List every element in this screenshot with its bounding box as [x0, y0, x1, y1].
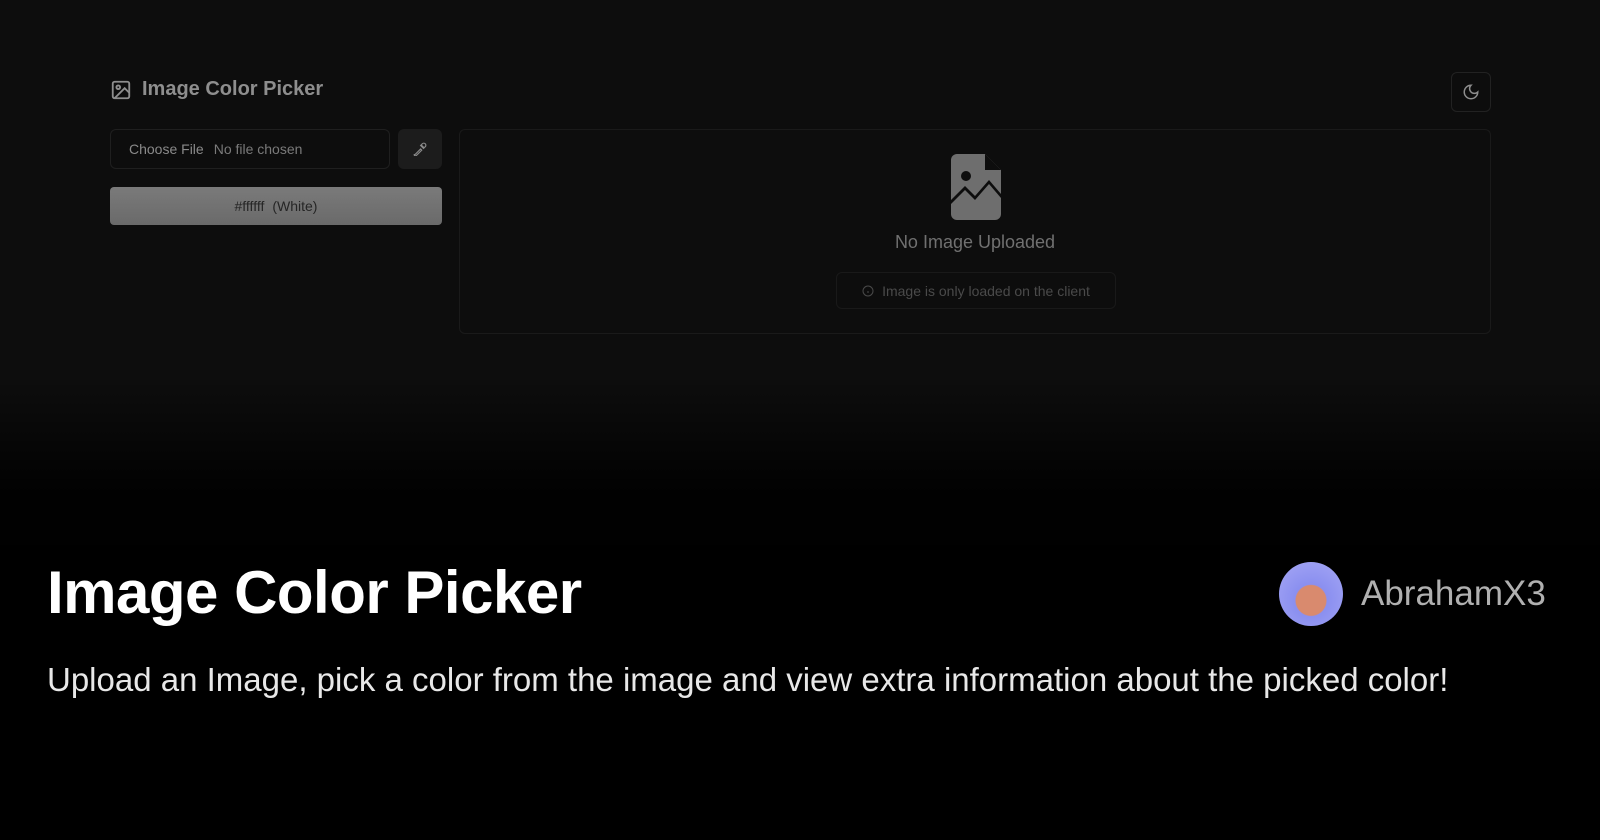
eyedropper-button[interactable]	[398, 129, 442, 169]
eyedropper-icon	[413, 142, 427, 156]
card-description: Upload an Image, pick a color from the i…	[47, 661, 1449, 698]
moon-icon	[1463, 84, 1479, 100]
app-header: Image Color Picker	[110, 78, 323, 101]
selected-color-swatch[interactable]: #ffffff (White)	[110, 187, 442, 225]
choose-file-button[interactable]: Choose File	[129, 141, 204, 157]
avatar	[1279, 562, 1343, 626]
client-only-hint: Image is only loaded on the client	[836, 272, 1116, 309]
card-title: Image Color Picker	[47, 559, 582, 626]
no-image-title: No Image Uploaded	[894, 232, 1056, 252]
info-icon	[862, 285, 874, 296]
author-name: AbrahamX3	[1361, 574, 1546, 613]
file-status: No file chosen	[213, 141, 303, 157]
file-image-icon	[951, 154, 1001, 220]
author[interactable]: AbrahamX3	[1279, 562, 1546, 626]
image-preview-panel[interactable]: No Image Uploaded Image is only loaded o…	[459, 129, 1491, 334]
file-input[interactable]: Choose File No file chosen	[110, 129, 390, 169]
hint-text: Image is only loaded on the client	[882, 282, 1090, 299]
theme-toggle-button[interactable]	[1451, 72, 1491, 112]
app-title: Image Color Picker	[142, 78, 324, 100]
image-icon	[111, 80, 131, 99]
color-name: (White)	[272, 198, 318, 214]
color-hex: #ffffff	[234, 198, 265, 214]
